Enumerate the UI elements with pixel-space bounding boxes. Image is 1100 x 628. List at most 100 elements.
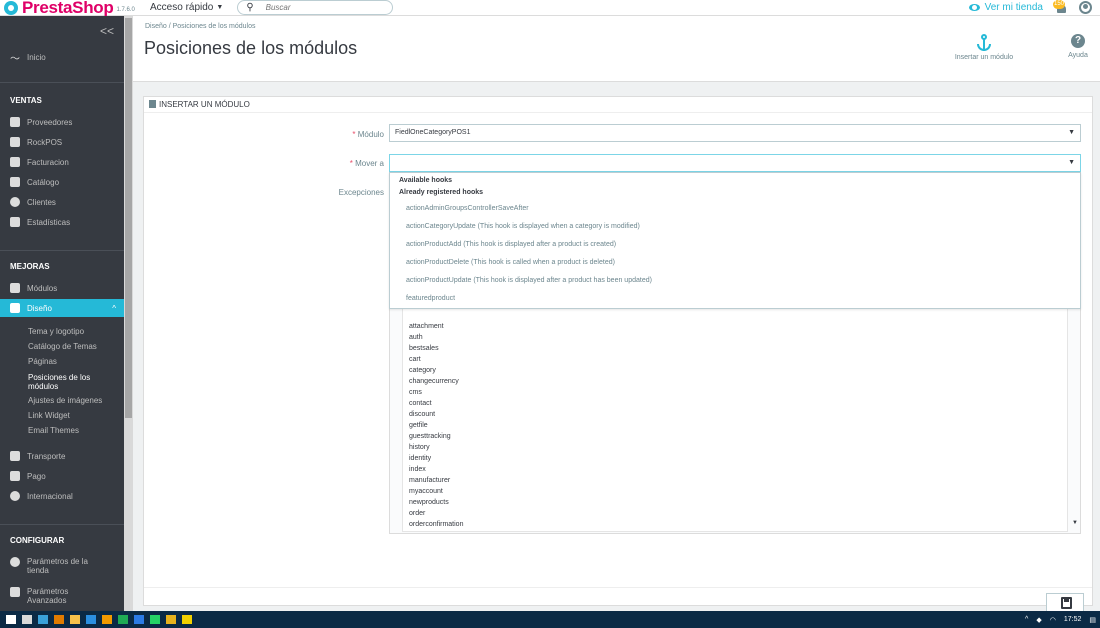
list-item[interactable]: getfile [409,422,428,429]
sidebar-item-inicio[interactable]: 〜 Inicio [0,48,124,66]
divider [0,82,124,83]
list-item[interactable]: attachment [409,323,444,330]
sidebar-item-label: Estadísticas [27,217,71,227]
list-item[interactable]: changecurrency [409,378,459,385]
page-title: Posiciones de los módulos [144,38,358,58]
clock[interactable]: 17:52 [1064,616,1082,623]
sidebar-item-label: RockPOS [27,137,63,147]
search-input[interactable] [265,3,376,12]
list-item[interactable]: myaccount [409,488,443,495]
submenu-email-themes[interactable]: Email Themes [28,426,79,435]
dropdown-option[interactable]: actionProductUpdate (This hook is displa… [406,277,652,284]
dropdown-group-registered: Already registered hooks [399,189,484,196]
list-item[interactable]: category [409,367,436,374]
list-item[interactable]: contact [409,400,432,407]
caret-down-icon[interactable]: ▼ [1072,520,1078,526]
dropdown-option[interactable]: actionProductDelete (This hook is called… [406,259,615,266]
sidebar-item-proveedores[interactable]: Proveedores [0,113,124,131]
list-item[interactable]: orderconfirmation [409,521,463,528]
app-icon[interactable] [182,615,192,624]
dropdown-option[interactable]: featuredproduct [406,295,455,302]
top-header: PrestaShop 1.7.6.0 Acceso rápido ▼ ⚲ Ver… [0,0,1100,16]
sidebar-item-label: Parámetros Avanzados [27,587,69,605]
sidebar-item-parametros-tienda[interactable]: Parámetros de la tienda [0,554,124,578]
user-account-icon[interactable] [1079,1,1092,14]
list-item[interactable]: discount [409,411,435,418]
main-content: Diseño / Posiciones de los módulos Posic… [133,16,1100,613]
caret-down-icon: ▼ [216,4,224,11]
submenu-catalogo-temas[interactable]: Catálogo de Temas [28,342,97,351]
sidebar-item-estadisticas[interactable]: Estadísticas [0,213,124,231]
network-icon[interactable]: ◆ [1036,616,1041,624]
app-icon[interactable] [38,615,48,624]
header-actions: Ver mi tienda 150 [968,0,1092,15]
sidebar-item-clientes[interactable]: Clientes [0,193,124,211]
sidebar-item-facturacion[interactable]: Facturacion [0,153,124,171]
list-item[interactable]: order [409,510,425,517]
list-item[interactable]: identity [409,455,431,462]
search-box[interactable]: ⚲ [237,0,394,15]
move-to-select[interactable]: ▼ [389,154,1081,172]
dropdown-option[interactable]: actionAdminGroupsControllerSaveAfter [406,205,529,212]
sidebar-item-rockpos[interactable]: RockPOS [0,133,124,151]
module-select[interactable]: FiedlOneCategoryPOS1 ▼ [389,124,1081,142]
list-item[interactable]: index [409,466,426,473]
wifi-icon[interactable]: ◠ [1050,616,1056,624]
sidebar-item-catalogo[interactable]: Catálogo [0,173,124,191]
truck-icon [10,451,20,461]
insert-module-button[interactable]: Insertar un módulo [944,34,1024,61]
windows-start-icon[interactable] [6,615,16,624]
submenu-tema-logotipo[interactable]: Tema y logotipo [28,327,84,336]
page-header: Diseño / Posiciones de los módulos Posic… [133,16,1100,82]
list-item[interactable]: cart [409,356,421,363]
app-icon[interactable] [54,615,64,624]
scrollbar-thumb[interactable] [125,18,132,418]
list-item[interactable]: auth [409,334,423,341]
dropdown-option[interactable]: actionCategoryUpdate (This hook is displ… [406,223,640,230]
submenu-paginas[interactable]: Páginas [28,357,57,366]
list-item[interactable]: cms [409,389,422,396]
sidebar-item-parametros-avanzados[interactable]: Parámetros Avanzados [0,584,124,608]
list-item[interactable]: history [409,444,430,451]
list-item[interactable]: guesttracking [409,433,451,440]
sidebar-item-pago[interactable]: Pago [0,467,124,485]
notifications-icon[interactable]: ▤ [1089,616,1096,624]
notifications-button[interactable]: 150 [1053,0,1069,15]
view-store-link[interactable]: Ver mi tienda [985,2,1043,13]
prestashop-logo[interactable]: PrestaShop 1.7.6.0 [4,0,144,16]
submenu-posiciones-line2[interactable]: módulos [28,382,58,391]
breadcrumb[interactable]: Diseño / Posiciones de los módulos [145,23,256,30]
submenu-link-widget[interactable]: Link Widget [28,411,70,420]
sidebar-item-internacional[interactable]: Internacional [0,487,124,505]
insert-module-label: Insertar un módulo [954,54,1014,61]
whatsapp-icon[interactable] [150,615,160,624]
help-icon: ? [1071,34,1085,48]
app-icon[interactable] [166,615,176,624]
dropdown-option[interactable]: actionProductAdd (This hook is displayed… [406,241,616,248]
browser-icon[interactable] [102,615,112,624]
list-item[interactable]: manufacturer [409,477,450,484]
submenu-ajustes-imagenes[interactable]: Ajustes de imágenes [28,396,102,405]
edge-icon[interactable] [86,615,96,624]
help-button[interactable]: ? Ayuda [1063,34,1093,59]
version-label: 1.7.6.0 [116,6,135,13]
submenu-posiciones-line1[interactable]: Posiciones de los [28,373,90,382]
list-item[interactable]: newproducts [409,499,449,506]
save-button[interactable] [1046,593,1084,613]
sidebar-item-label: Proveedores [27,117,73,127]
app-icon[interactable] [118,615,128,624]
chevron-up-icon[interactable]: ^ [1025,616,1028,623]
sidebar-item-transporte[interactable]: Transporte [0,447,124,465]
collapse-sidebar-button[interactable]: << [100,24,114,38]
quick-access-menu[interactable]: Acceso rápido ▼ [150,2,223,13]
task-view-icon[interactable] [22,615,32,624]
save-icon [1061,597,1072,609]
app-icon[interactable] [134,615,144,624]
folder-icon[interactable] [70,615,80,624]
sidebar-scrollbar[interactable] [124,16,133,611]
sidebar-item-diseno[interactable]: Diseño ^ [0,299,124,317]
panel-footer-divider [144,587,1092,588]
anchor-icon [976,34,992,52]
list-item[interactable]: bestsales [409,345,439,352]
sidebar-item-modulos[interactable]: Módulos [0,279,124,297]
